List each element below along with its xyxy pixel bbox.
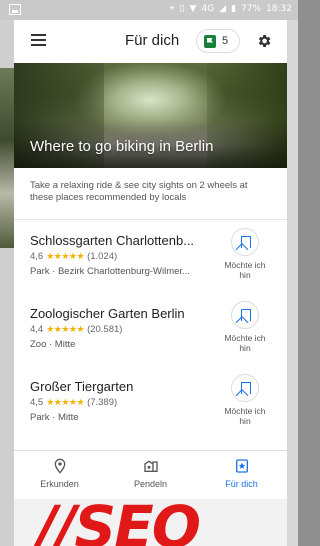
for-you-card: Für dich 5 Where to go biking in Berlin … (14, 20, 287, 546)
status-bar: ⌖ ▯ ▼ 4G ◢ ▮ 77% 18:32 (0, 0, 298, 20)
vibrate-icon: ▯ (179, 4, 185, 14)
want-to-go-button[interactable]: Möchte ich hin (220, 301, 270, 361)
place-item[interactable]: Zoologischer Garten Berlin 4,4 ★★★★★ (20… (14, 293, 287, 366)
place-name: Schlossgarten Charlottenb... (30, 233, 195, 248)
page-title: Für dich (125, 32, 180, 49)
place-meta: Park · Mitte (30, 412, 79, 423)
commute-icon (143, 460, 158, 472)
nav-for-you-label: Für dich (225, 479, 258, 489)
place-name: Großer Tiergarten (30, 379, 134, 394)
wifi-icon: ▼ (189, 4, 197, 14)
star-rating-icon: ★★★★★ (46, 251, 85, 262)
nav-explore-label: Erkunden (40, 479, 79, 489)
hero-title: Where to go biking in Berlin (30, 138, 214, 155)
place-rating: 4,4 ★★★★★ (20.581) (30, 324, 122, 335)
place-item[interactable]: Schlossgarten Charlottenb... 4,6 ★★★★★ (… (14, 220, 287, 293)
bookmark-icon (231, 228, 259, 256)
review-count: (1.024) (87, 251, 118, 262)
nav-explore[interactable]: Erkunden (14, 451, 105, 499)
want-to-go-button[interactable]: Möchte ich hin (220, 228, 270, 288)
want-to-go-label: Möchte ich hin (224, 333, 266, 353)
place-name: Zoologischer Garten Berlin (30, 306, 185, 321)
hero-banner[interactable]: Where to go biking in Berlin (14, 63, 287, 168)
nav-for-you[interactable]: Für dich (196, 451, 287, 499)
status-icons: ⌖ ▯ ▼ 4G ◢ ▮ 77% 18:32 (170, 4, 292, 14)
ad-banner[interactable]: //SEO (14, 499, 287, 546)
background-app-left (0, 20, 14, 546)
network-label: 4G (201, 4, 215, 14)
place-rating: 4,5 ★★★★★ (7.389) (30, 397, 117, 408)
want-to-go-button[interactable]: Möchte ich hin (220, 374, 270, 434)
flag-icon (204, 34, 216, 48)
review-count: (7.389) (87, 397, 118, 408)
rating-value: 4,6 (30, 251, 44, 262)
app-bar: Für dich 5 (14, 20, 287, 63)
bottom-navigation: Erkunden Pendeln Für dich (14, 450, 287, 499)
place-item[interactable]: Großer Tiergarten 4,5 ★★★★★ (7.389) Park… (14, 366, 287, 439)
battery-label: 77% (241, 4, 262, 14)
review-count: (20.581) (87, 324, 123, 335)
saved-count: 5 (222, 35, 229, 47)
location-icon: ⌖ (169, 4, 175, 14)
nav-commute[interactable]: Pendeln (105, 451, 196, 499)
background-app-right (287, 20, 298, 546)
star-rating-icon: ★★★★★ (46, 397, 85, 408)
place-meta: Zoo · Mitte (30, 339, 76, 350)
battery-icon: ▮ (231, 4, 237, 14)
place-rating: 4,6 ★★★★★ (1.024) (30, 251, 117, 262)
bookmark-icon (231, 374, 259, 402)
ad-logo-text: //SEO (36, 499, 201, 546)
clock: 18:32 (266, 4, 292, 14)
rating-value: 4,4 (30, 324, 44, 335)
location-pin-icon (54, 458, 65, 474)
menu-icon[interactable] (31, 34, 46, 46)
for-you-icon (235, 459, 248, 473)
rating-value: 4,5 (30, 397, 44, 408)
want-to-go-label: Möchte ich hin (224, 260, 266, 280)
saved-places-button[interactable]: 5 (196, 29, 240, 53)
want-to-go-label: Möchte ich hin (224, 406, 266, 426)
place-meta: Park · Bezirk Charlottenburg-Wilmer... (30, 266, 190, 277)
signal-icon: ◢ (219, 4, 227, 14)
gear-icon[interactable] (256, 33, 272, 49)
image-notification-icon (9, 4, 21, 15)
nav-commute-label: Pendeln (133, 479, 168, 489)
background-photo (0, 68, 14, 248)
intro-text: Take a relaxing ride & see city sights o… (14, 168, 287, 220)
star-rating-icon: ★★★★★ (46, 324, 85, 335)
bookmark-icon (231, 301, 259, 329)
